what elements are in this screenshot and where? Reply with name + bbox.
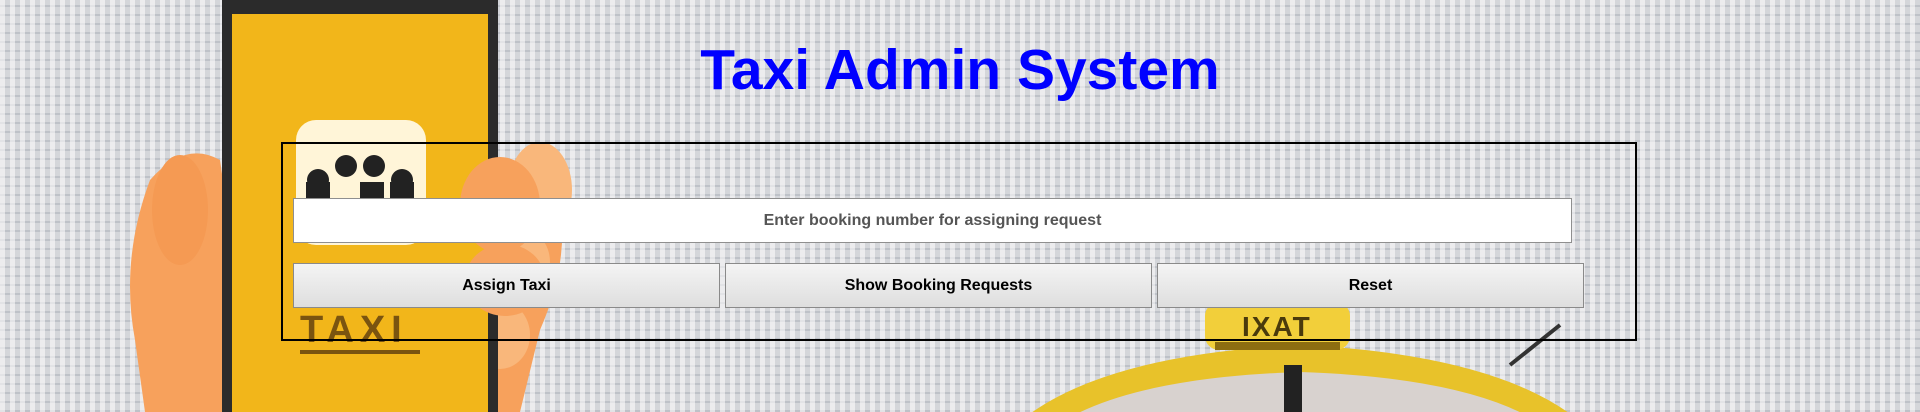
show-booking-requests-button[interactable]: Show Booking Requests (725, 263, 1152, 308)
page: TAXI IXAT Taxi Admin System Assign Taxi … (0, 0, 1920, 412)
assign-taxi-button[interactable]: Assign Taxi (293, 263, 720, 308)
page-title: Taxi Admin System (700, 38, 1220, 102)
booking-number-input[interactable] (293, 198, 1572, 243)
reset-button[interactable]: Reset (1157, 263, 1584, 308)
